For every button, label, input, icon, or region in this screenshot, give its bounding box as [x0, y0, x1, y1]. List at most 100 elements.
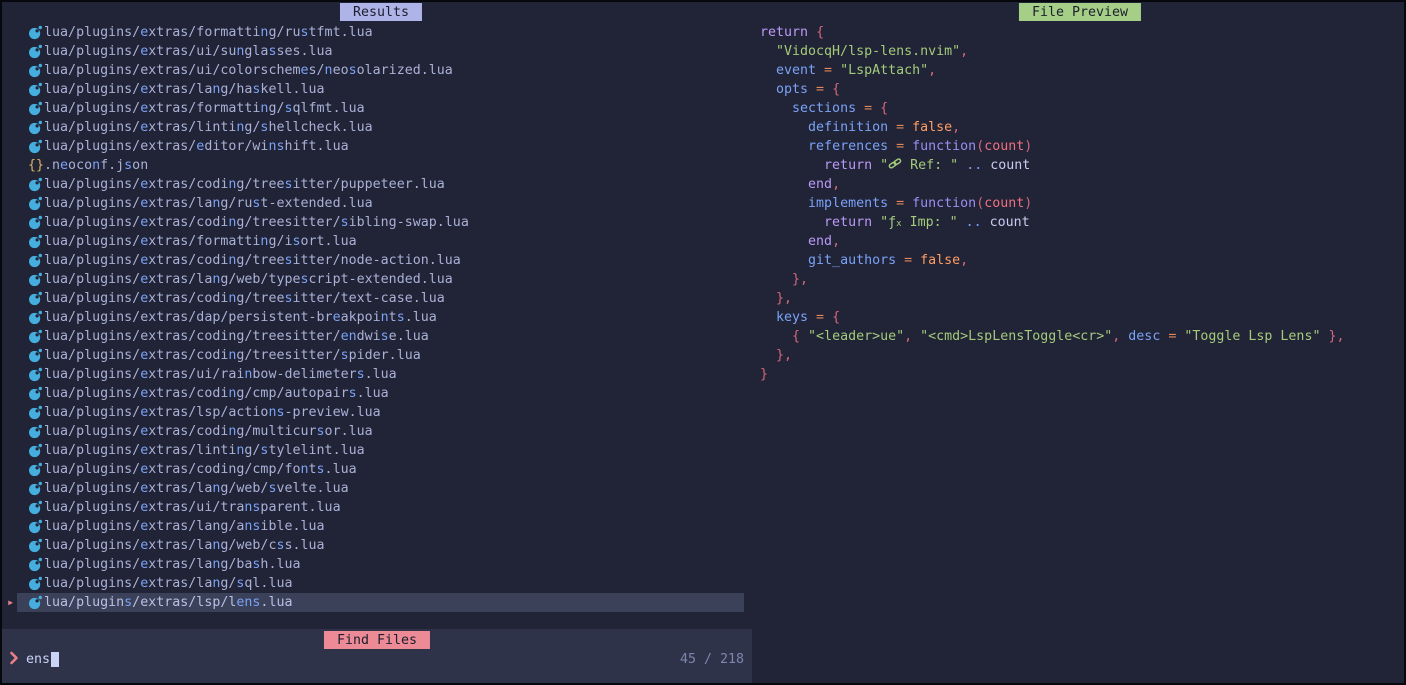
- result-row[interactable]: lua/plugins/extras/lang/bash.lua: [2, 555, 744, 574]
- result-row[interactable]: lua/plugins/extras/lang/web/svelte.lua: [2, 479, 744, 498]
- file-path: lua/plugins/extras/ui/sunglasses.lua: [44, 42, 333, 61]
- lua-icon: [28, 63, 44, 78]
- code-line: sections = {: [760, 99, 1344, 118]
- file-path: lua/plugins/extras/lsp/actions-preview.l…: [44, 403, 381, 422]
- result-row[interactable]: lua/plugins/extras/ui/rainbow-delimeters…: [2, 365, 744, 384]
- lua-icon: [28, 120, 44, 135]
- lua-icon: [28, 405, 44, 420]
- lua-icon: [28, 101, 44, 116]
- lua-icon: [28, 82, 44, 97]
- preview-title-badge: File Preview: [1019, 3, 1141, 21]
- file-path: lua/plugins/extras/lang/bash.lua: [44, 555, 301, 574]
- lua-icon: [28, 329, 44, 344]
- prompt-input[interactable]: ens: [26, 650, 59, 669]
- lua-icon: [28, 424, 44, 439]
- file-path: lua/plugins/extras/lang/web/svelte.lua: [44, 479, 349, 498]
- prompt-chevron-icon: [9, 651, 19, 671]
- code-line: git_authors = false,: [760, 251, 1344, 270]
- lua-icon: [28, 443, 44, 458]
- file-path: lua/plugins/extras/coding/treesitter/spi…: [44, 346, 421, 365]
- lua-icon: [28, 576, 44, 591]
- result-row[interactable]: lua/plugins/extras/coding/treesitter/pup…: [2, 175, 744, 194]
- file-path: lua/plugins/extras/lang/web/typescript-e…: [44, 270, 453, 289]
- prompt-panel[interactable]: Find Files ens 45 / 218: [2, 629, 752, 683]
- result-row[interactable]: {}.neoconf.json: [2, 156, 744, 175]
- code-line: return "ƒx Imp: " .. count: [760, 213, 1344, 232]
- file-path: lua/plugins/extras/dap/persistent-breakp…: [44, 308, 437, 327]
- file-path: lua/plugins/extras/coding/multicursor.lu…: [44, 422, 373, 441]
- result-row[interactable]: lua/plugins/extras/coding/treesitter/sib…: [2, 213, 744, 232]
- lua-icon: [28, 519, 44, 534]
- result-row[interactable]: lua/plugins/extras/coding/treesitter/nod…: [2, 251, 744, 270]
- code-line: end,: [760, 232, 1344, 251]
- result-row[interactable]: lua/plugins/extras/lang/rust-extended.lu…: [2, 194, 744, 213]
- result-row[interactable]: lua/plugins/extras/ui/colorschemes/neoso…: [2, 61, 744, 80]
- file-path: lua/plugins/extras/coding/treesitter/nod…: [44, 251, 461, 270]
- file-path: lua/plugins/extras/coding/treesitter/pup…: [44, 175, 445, 194]
- result-row[interactable]: lua/plugins/extras/lang/web/css.lua: [2, 536, 744, 555]
- file-path: .neoconf.json: [44, 156, 148, 175]
- result-row[interactable]: lua/plugins/extras/lang/sql.lua: [2, 574, 744, 593]
- lua-icon: [28, 177, 44, 192]
- result-row[interactable]: lua/plugins/extras/coding/treesitter/end…: [2, 327, 744, 346]
- file-path: lua/plugins/extras/coding/cmp/fonts.lua: [44, 460, 357, 479]
- result-row[interactable]: ▸lua/plugins/extras/lsp/lens.lua: [2, 593, 744, 612]
- result-row[interactable]: lua/plugins/extras/linting/shellcheck.lu…: [2, 118, 744, 137]
- result-row[interactable]: lua/plugins/extras/coding/treesitter/tex…: [2, 289, 744, 308]
- results-title-badge: Results: [340, 3, 422, 21]
- lua-icon: [28, 310, 44, 325]
- lua-icon: [28, 253, 44, 268]
- code-line: },: [760, 289, 1344, 308]
- fx-icon: ƒx: [888, 215, 901, 230]
- result-row[interactable]: lua/plugins/extras/lsp/actions-preview.l…: [2, 403, 744, 422]
- lua-icon: [28, 500, 44, 515]
- result-row[interactable]: lua/plugins/extras/lang/web/typescript-e…: [2, 270, 744, 289]
- result-row[interactable]: lua/plugins/extras/formatting/rustfmt.lu…: [2, 23, 744, 42]
- result-row[interactable]: lua/plugins/extras/lang/haskell.lua: [2, 80, 744, 99]
- result-row[interactable]: lua/plugins/extras/coding/cmp/fonts.lua: [2, 460, 744, 479]
- lua-icon: [28, 291, 44, 306]
- file-path: lua/plugins/extras/formatting/rustfmt.lu…: [44, 23, 373, 42]
- result-row[interactable]: lua/plugins/extras/ui/transparent.lua: [2, 498, 744, 517]
- lua-icon: [28, 44, 44, 59]
- result-row[interactable]: lua/plugins/extras/formatting/isort.lua: [2, 232, 744, 251]
- result-row[interactable]: lua/plugins/extras/formatting/sqlfmt.lua: [2, 99, 744, 118]
- file-path: lua/plugins/extras/formatting/sqlfmt.lua: [44, 99, 365, 118]
- telescope-picker: Results lua/plugins/extras/formatting/ru…: [0, 0, 1406, 685]
- preview-panel: return { "VidocqH/lsp-lens.nvim", event …: [752, 2, 1404, 683]
- lua-icon: [28, 538, 44, 553]
- result-row[interactable]: lua/plugins/extras/linting/stylelint.lua: [2, 441, 744, 460]
- lua-icon: [28, 272, 44, 287]
- lua-icon: [28, 481, 44, 496]
- lua-icon: [28, 557, 44, 572]
- file-path: lua/plugins/extras/coding/cmp/autopairs.…: [44, 384, 389, 403]
- code-line: },: [760, 270, 1344, 289]
- code-line: implements = function(count): [760, 194, 1344, 213]
- file-path: lua/plugins/extras/coding/treesitter/tex…: [44, 289, 445, 308]
- lua-icon: [28, 595, 44, 610]
- result-row[interactable]: lua/plugins/extras/ui/sunglasses.lua: [2, 42, 744, 61]
- code-line: end,: [760, 175, 1344, 194]
- result-row[interactable]: lua/plugins/extras/dap/persistent-breakp…: [2, 308, 744, 327]
- result-row[interactable]: lua/plugins/extras/lang/ansible.lua: [2, 517, 744, 536]
- result-row[interactable]: lua/plugins/extras/coding/multicursor.lu…: [2, 422, 744, 441]
- result-row[interactable]: lua/plugins/extras/coding/cmp/autopairs.…: [2, 384, 744, 403]
- file-path: lua/plugins/extras/ui/rainbow-delimeters…: [44, 365, 397, 384]
- file-path: lua/plugins/extras/ui/transparent.lua: [44, 498, 341, 517]
- code-line: references = function(count): [760, 137, 1344, 156]
- file-path: lua/plugins/extras/lang/rust-extended.lu…: [44, 194, 373, 213]
- file-path: lua/plugins/extras/coding/treesitter/end…: [44, 327, 429, 346]
- result-row[interactable]: lua/plugins/extras/editor/winshift.lua: [2, 137, 744, 156]
- code-line: return " Ref: " .. count: [760, 156, 1344, 175]
- file-path: lua/plugins/extras/lang/haskell.lua: [44, 80, 325, 99]
- lua-icon: [28, 386, 44, 401]
- result-row[interactable]: lua/plugins/extras/coding/treesitter/spi…: [2, 346, 744, 365]
- link-icon: [888, 158, 902, 173]
- code-line: { "<leader>ue", "<cmd>LspLensToggle<cr>"…: [760, 327, 1344, 346]
- lua-icon: [28, 196, 44, 211]
- lua-icon: [28, 348, 44, 363]
- code-line: "VidocqH/lsp-lens.nvim",: [760, 42, 1344, 61]
- file-path: lua/plugins/extras/linting/shellcheck.lu…: [44, 118, 373, 137]
- file-path: lua/plugins/extras/formatting/isort.lua: [44, 232, 357, 251]
- preview-code: return { "VidocqH/lsp-lens.nvim", event …: [760, 23, 1344, 384]
